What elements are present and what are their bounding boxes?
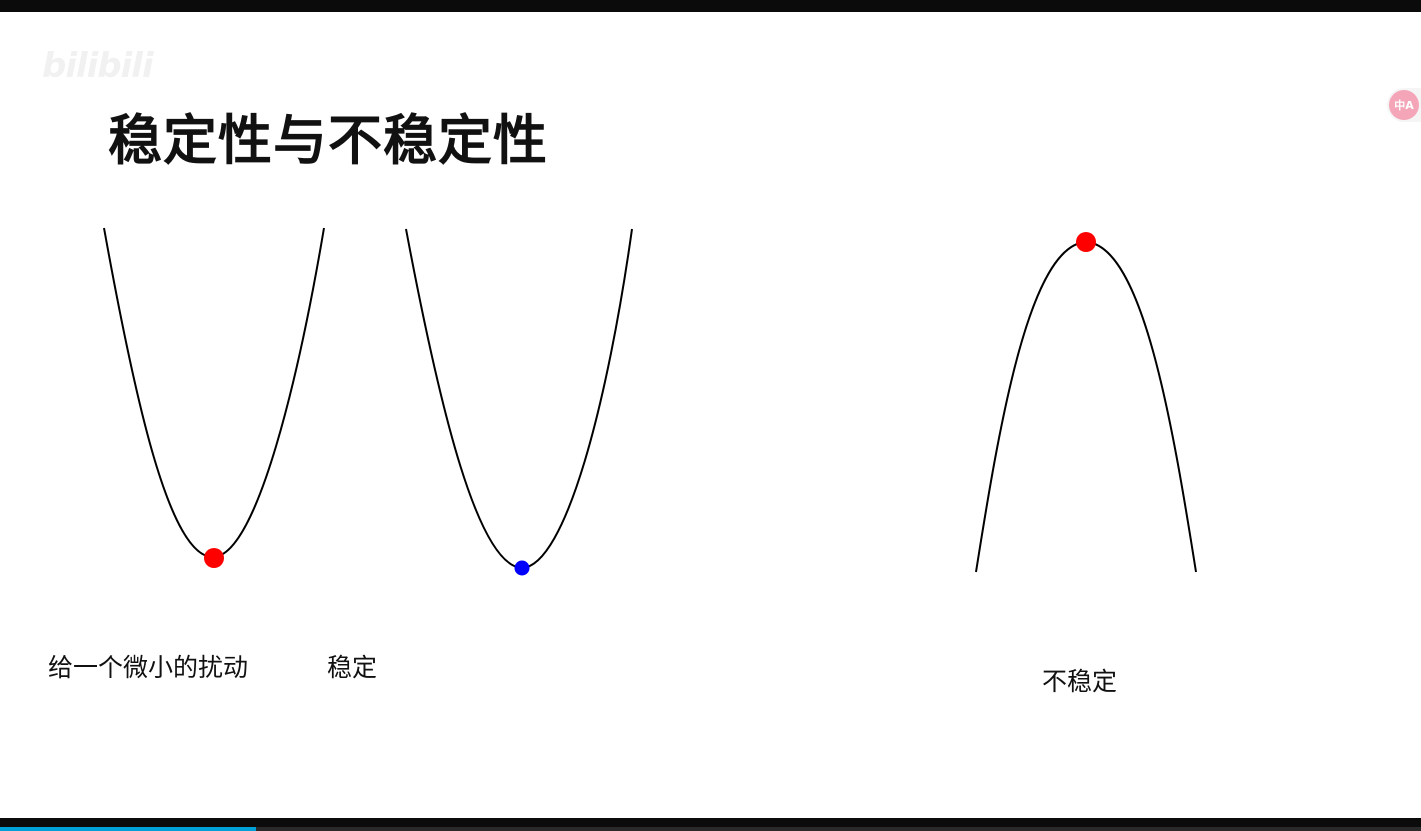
video-frame: bilibili 中A 稳定性与不稳定性 给一个微小的扰动 稳定 不稳定 — [0, 0, 1421, 831]
progress-fill — [0, 827, 256, 831]
hill-curve-right — [975, 240, 1197, 573]
valley-curve-middle — [405, 228, 633, 570]
caption-unstable: 不稳定 — [1042, 667, 1118, 696]
ball-unstable — [1076, 232, 1096, 252]
ball-stable — [514, 560, 530, 576]
ball-perturbed — [204, 548, 224, 568]
stability-diagram — [103, 227, 1197, 576]
valley-curve-left — [103, 227, 325, 559]
caption-stable: 稳定 — [327, 653, 378, 682]
caption-perturbation: 给一个微小的扰动 — [48, 653, 249, 682]
